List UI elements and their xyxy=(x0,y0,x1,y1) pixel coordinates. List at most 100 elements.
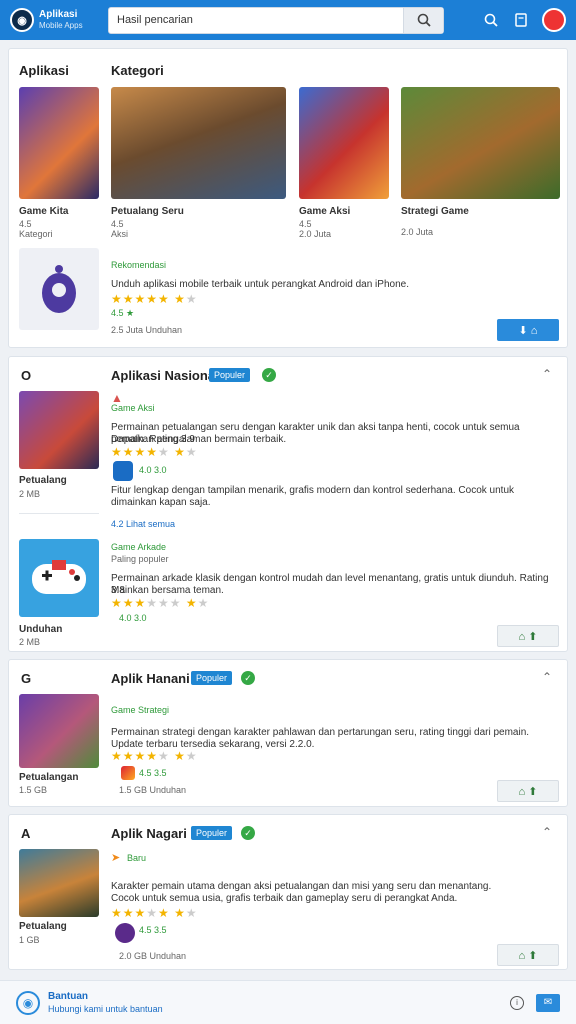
app-thumbnail[interactable] xyxy=(19,539,99,617)
tag-icon: ➤ xyxy=(111,852,121,864)
app-tag: Rekomendasi xyxy=(111,260,167,270)
search-button[interactable] xyxy=(403,7,443,33)
section-label: Aplikasi xyxy=(19,63,69,78)
app-thumbnail[interactable] xyxy=(19,694,99,768)
tile-name[interactable]: Game Aksi xyxy=(299,206,350,217)
brand-title: Aplikasi xyxy=(39,9,78,20)
game-thumbnail[interactable] xyxy=(19,87,99,199)
game-thumbnail[interactable] xyxy=(111,87,286,199)
rating-stars: ★★★★★★ ★★ xyxy=(111,596,210,610)
share-button[interactable]: ⌂ ⬆ xyxy=(497,625,559,647)
app-size: 2 MB xyxy=(19,637,41,647)
app-list-card: G Aplik Hanani Populer ✓ ⌃ Petualangan 1… xyxy=(8,659,568,807)
app-rating: 4.5 3.5 xyxy=(139,925,167,935)
app-mini-icon[interactable] xyxy=(113,461,133,481)
search-bar xyxy=(108,6,444,34)
app-sub-meta[interactable]: 4.2 Lihat semua xyxy=(111,519,175,529)
card-letter: A xyxy=(21,826,31,841)
rating-stars: ★★★★★ ★★ xyxy=(111,445,198,459)
app-name[interactable]: Petualangan xyxy=(19,772,78,783)
footer-title: Bantuan xyxy=(48,990,88,1002)
app-name[interactable]: Unduhan xyxy=(19,624,62,635)
card-title: Aplikasi Nasional xyxy=(111,368,219,383)
app-name[interactable]: Petualang xyxy=(19,475,67,486)
app-meta: 2.0 GB Unduhan xyxy=(119,951,187,961)
tile-name[interactable]: Game Kita xyxy=(19,206,68,217)
app-thumbnail[interactable] xyxy=(19,391,99,469)
tile-rating: 4.5 xyxy=(19,219,32,229)
app-size: 1.5 GB xyxy=(19,785,48,795)
brand-subtitle: Mobile Apps xyxy=(39,21,83,30)
gamepad-icon xyxy=(32,560,86,594)
chat-button[interactable]: ✉ xyxy=(536,993,560,1012)
app-mini-icon[interactable] xyxy=(115,923,135,943)
app-description-2: Cocok untuk semua usia, grafis terbaik d… xyxy=(111,893,458,904)
tile-category: 2.0 Juta xyxy=(401,227,434,237)
verified-icon: ✓ xyxy=(241,826,255,840)
game-thumbnail[interactable] xyxy=(299,87,389,199)
bookmark-icon[interactable] xyxy=(508,7,534,33)
card-title: Aplik Nagari xyxy=(111,826,187,841)
search-icon xyxy=(417,13,431,27)
tile-category: Aksi xyxy=(111,229,129,239)
app-list-card: A Aplik Nagari Populer ✓ ⌃ Petualang 1 G… xyxy=(8,814,568,970)
avatar[interactable] xyxy=(542,8,566,32)
chevron-up-icon[interactable]: ⌃ xyxy=(542,367,552,381)
tile-category: 2.0 Juta xyxy=(299,229,332,239)
top-bar: ◉ Aplikasi Mobile Apps xyxy=(0,0,576,40)
app-mini-icon[interactable] xyxy=(121,766,135,780)
share-icon: ⌂ ⬆ xyxy=(518,785,538,798)
app-list-card: O Aplikasi Nasional Populer ✓ ⌃ Petualan… xyxy=(8,356,568,652)
app-tag-2: Paling populer xyxy=(111,554,169,564)
divider xyxy=(19,513,99,514)
chevron-up-icon[interactable]: ⌃ xyxy=(542,670,552,684)
status-badge: Populer xyxy=(191,671,233,685)
app-tag: Baru xyxy=(127,853,147,863)
app-thumbnail[interactable] xyxy=(19,849,99,917)
app-icon[interactable] xyxy=(19,248,99,330)
app-name[interactable]: Petualang xyxy=(19,921,67,932)
verified-icon: ✓ xyxy=(241,671,255,685)
help-icon[interactable]: ◉ xyxy=(16,990,40,1015)
info-icon[interactable]: i xyxy=(510,995,524,1010)
download-icon: ⬇ ⌂ xyxy=(518,324,538,337)
card-title: Aplik Hanani xyxy=(111,671,190,686)
app-size: 1 GB xyxy=(19,935,40,945)
share-button[interactable]: ⌂ ⬆ xyxy=(497,944,559,966)
tile-name[interactable]: Petualang Seru xyxy=(111,206,184,217)
app-tag: Game Strategi xyxy=(111,705,170,715)
app-description: Karakter pemain utama dengan aksi petual… xyxy=(111,881,492,892)
chevron-up-icon[interactable]: ⌃ xyxy=(542,825,552,839)
tile-rating: 4.5 xyxy=(111,219,124,229)
tile-name[interactable]: Strategi Game xyxy=(401,206,469,217)
rating-stars: ★★★★★ ★★ xyxy=(111,906,198,920)
footer: ◉ Bantuan Hubungi kami untuk bantuan i ✉ xyxy=(0,980,576,1024)
search-input[interactable] xyxy=(109,14,403,26)
rating-stars: ★★★★★ ★★ xyxy=(111,749,198,763)
app-meta: 1.5 GB Unduhan xyxy=(119,785,187,795)
tile-category: Kategori xyxy=(19,229,53,239)
brand-logo: ◉ xyxy=(10,8,34,32)
card-letter: O xyxy=(21,368,32,383)
share-icon: ⌂ ⬆ xyxy=(518,949,538,962)
game-thumbnail[interactable] xyxy=(401,87,560,199)
brand[interactable]: ◉ Aplikasi Mobile Apps xyxy=(10,8,108,32)
app-sub-description: Fitur lengkap dengan tampilan menarik, g… xyxy=(111,485,515,508)
tile-rating: 4.5 xyxy=(299,219,312,229)
app-description: Permainan strategi dengan karakter pahla… xyxy=(111,727,530,738)
app-size: 2 MB xyxy=(19,489,41,499)
card-letter: G xyxy=(21,671,32,686)
app-rating: 4.5 3.5 xyxy=(139,768,167,778)
rating-stars: ★★★★★ ★★ xyxy=(111,292,198,306)
search-icon[interactable] xyxy=(478,7,504,33)
status-badge: Populer xyxy=(209,368,251,382)
share-button[interactable]: ⌂ ⬆ xyxy=(497,780,559,802)
install-button[interactable]: ⬇ ⌂ xyxy=(497,319,559,341)
app-tag: Game Arkade xyxy=(111,542,167,552)
section-title: Kategori xyxy=(111,63,164,78)
status-badge: Populer xyxy=(191,826,233,840)
app-rating: 4.0 3.0 xyxy=(119,613,147,623)
share-icon: ⌂ ⬆ xyxy=(518,630,538,643)
featured-card: Aplikasi Kategori Game Kita 4.5 Kategori… xyxy=(8,48,568,348)
footer-subtitle[interactable]: Hubungi kami untuk bantuan xyxy=(48,1003,163,1015)
